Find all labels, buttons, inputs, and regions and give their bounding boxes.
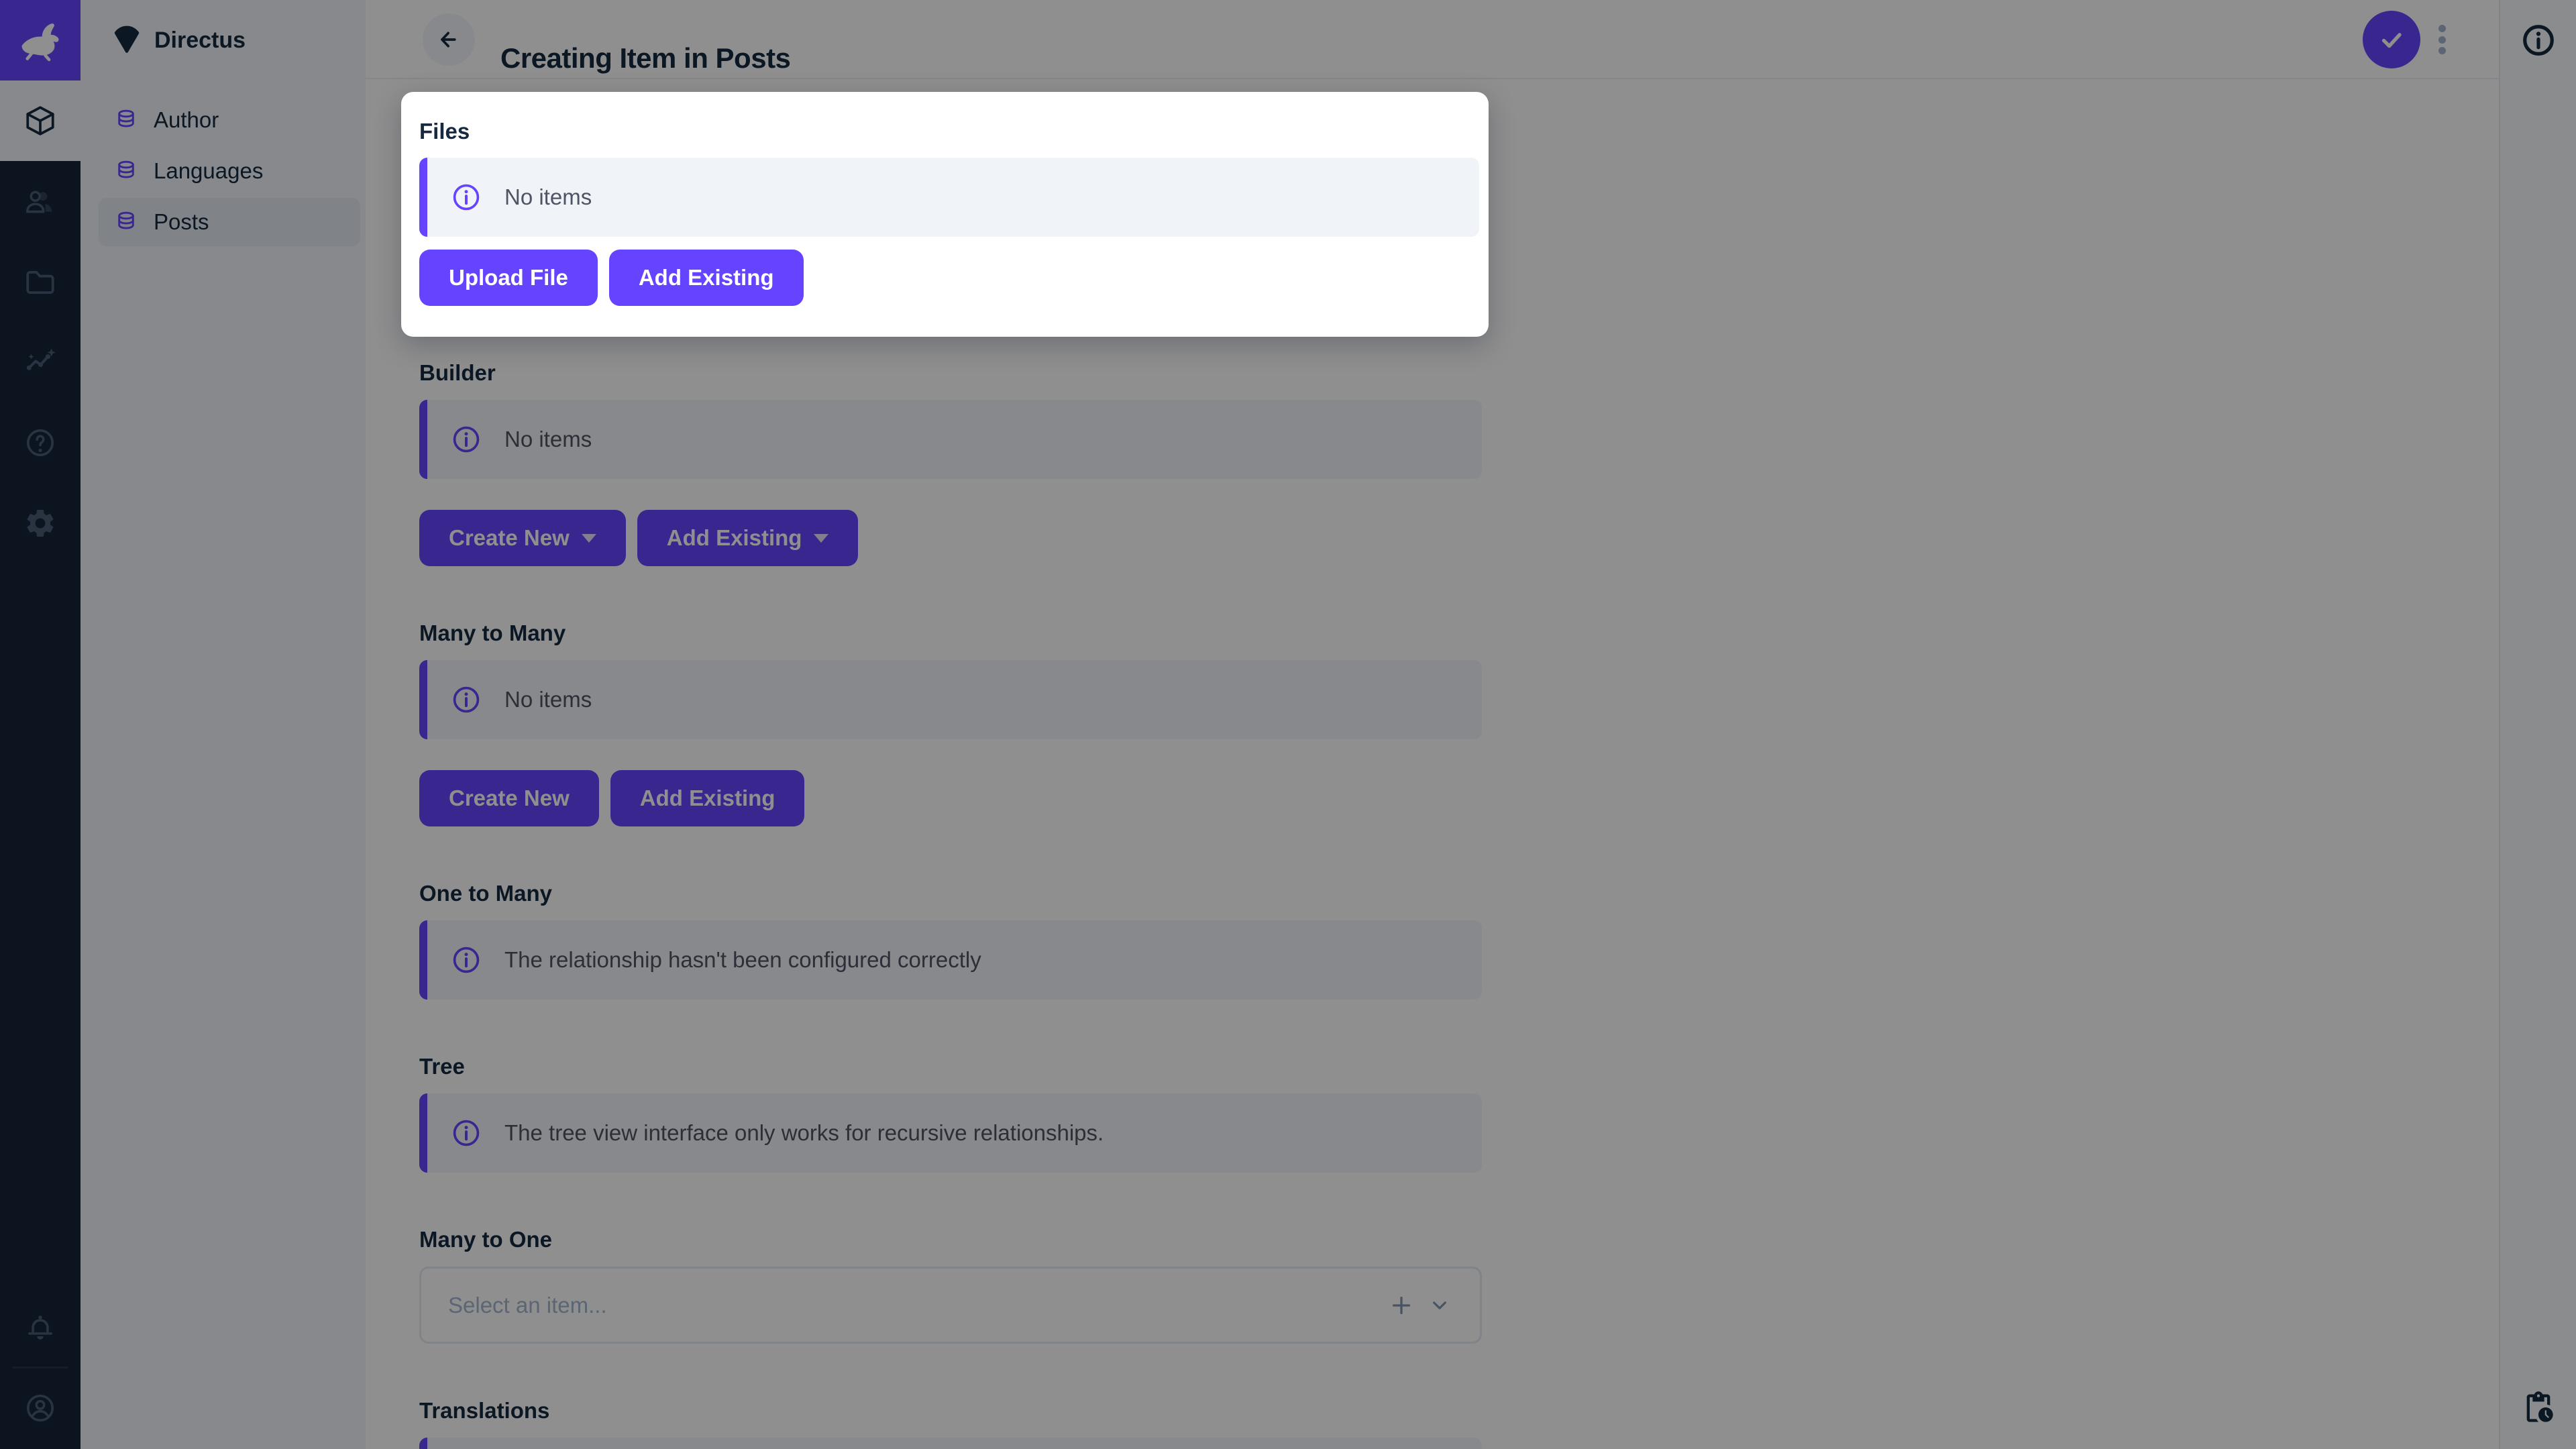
info-circle-icon [451,182,481,212]
files-field-card: Files No items Upload File Add Existing [401,92,1489,337]
notice-text: No items [504,184,592,209]
add-existing-button[interactable]: Add Existing [608,250,804,306]
field-label: Files [419,119,470,144]
upload-file-button[interactable]: Upload File [419,250,598,306]
files-notice: No items [419,158,1479,237]
